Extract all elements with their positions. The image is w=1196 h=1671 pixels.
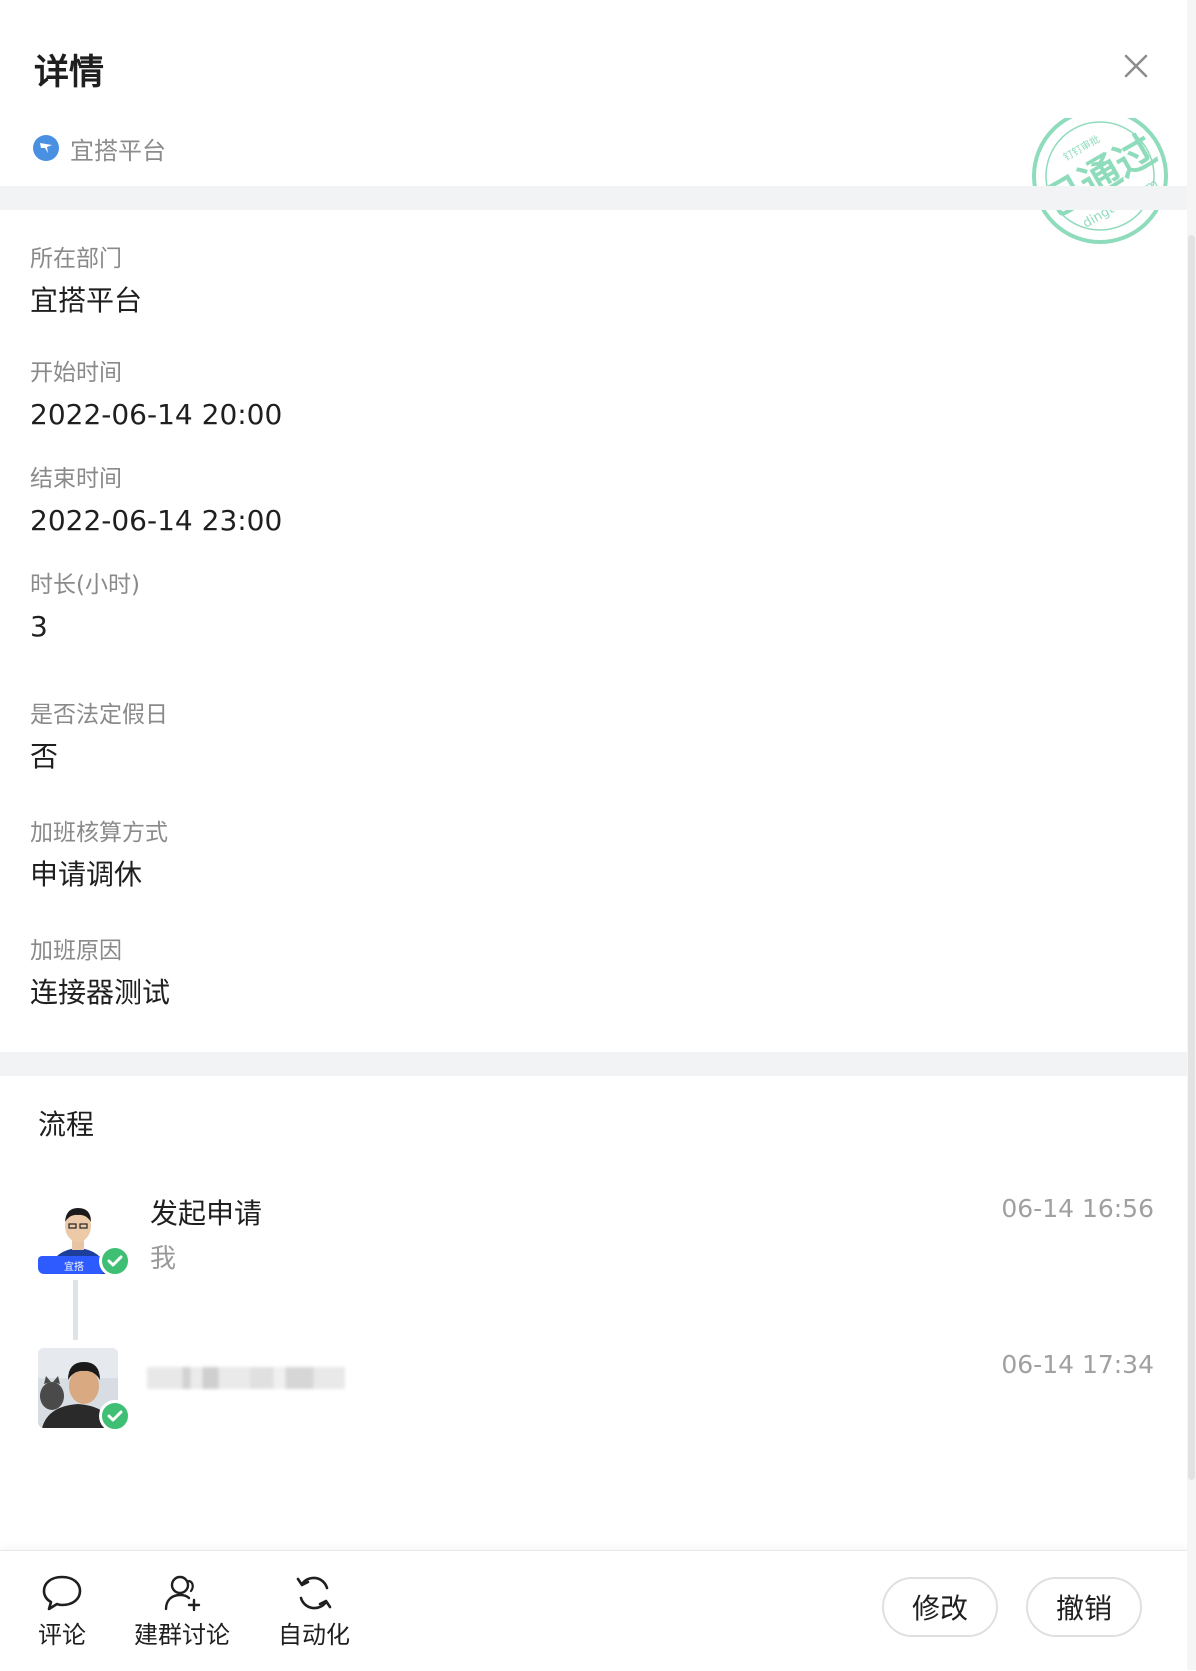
automation-label: 自动化 [278,1621,350,1649]
automation-button[interactable]: 自动化 [278,1573,350,1650]
field-label: 时长(小时) [30,572,140,598]
field-overtime-reason: 加班原因 连接器测试 [30,936,170,1012]
redacted-approver-name [147,1367,345,1389]
field-accounting-method: 加班核算方式 申请调休 [30,818,168,894]
field-label: 所在部门 [30,246,122,272]
yida-app-icon [33,135,59,161]
app-name: 宜搭平台 [70,136,166,165]
field-duration: 时长(小时) 3 [30,570,140,646]
field-start-time: 开始时间 2022-06-14 20:00 [30,358,282,434]
field-label: 加班核算方式 [30,820,168,846]
section-divider [0,186,1187,210]
comment-label: 评论 [38,1621,86,1649]
approved-check-icon [99,1400,131,1432]
field-end-time: 结束时间 2022-06-14 23:00 [30,464,282,540]
field-legal-holiday: 是否法定假日 否 [30,700,168,776]
automation-icon [296,1576,332,1610]
detail-panel: 详情 宜搭平台 已通过 dingtalk.com 钉钉审批 所在部门 [0,0,1187,1671]
field-value: 宜搭平台 [30,284,143,317]
page-title: 详情 [34,53,105,93]
field-value: 否 [30,740,59,773]
panel-header: 详情 [0,0,1187,120]
field-label: 是否法定假日 [30,702,168,728]
field-value: 申请调休 [30,858,143,891]
field-label: 开始时间 [30,360,122,386]
flow-step-time: 06-14 16:56 [1001,1194,1154,1223]
flow-step-actor: 我 [150,1244,177,1274]
close-icon[interactable] [1118,48,1154,84]
field-label: 加班原因 [30,938,122,964]
scrollbar-thumb[interactable] [1188,235,1195,1480]
section-divider [0,1052,1187,1076]
comment-button[interactable]: 评论 [38,1573,86,1650]
revoke-button[interactable]: 撤销 [1026,1577,1142,1637]
field-label: 结束时间 [30,466,122,492]
field-value: 2022-06-14 20:00 [30,398,283,431]
approved-check-icon [99,1245,131,1277]
create-group-label: 建群讨论 [134,1621,230,1649]
flow-step-time: 06-14 17:34 [1001,1350,1154,1379]
field-value: 3 [30,610,48,643]
avatar-badge-text: 宜搭 [64,1260,84,1273]
create-group-button[interactable]: 建群讨论 [134,1573,230,1650]
flow-connector [73,1280,78,1340]
comment-icon [42,1575,82,1611]
edit-button[interactable]: 修改 [882,1577,998,1637]
flow-section-title: 流程 [38,1108,95,1141]
field-value: 连接器测试 [30,976,171,1009]
field-value: 2022-06-14 23:00 [30,504,283,537]
group-add-icon [164,1575,201,1612]
field-department: 所在部门 宜搭平台 [30,244,142,320]
app-source: 宜搭平台 [32,130,166,166]
bottom-toolbar: 评论 建群讨论 自动化 修改 撤销 [0,1550,1187,1671]
flow-step-title: 发起申请 [150,1197,263,1230]
